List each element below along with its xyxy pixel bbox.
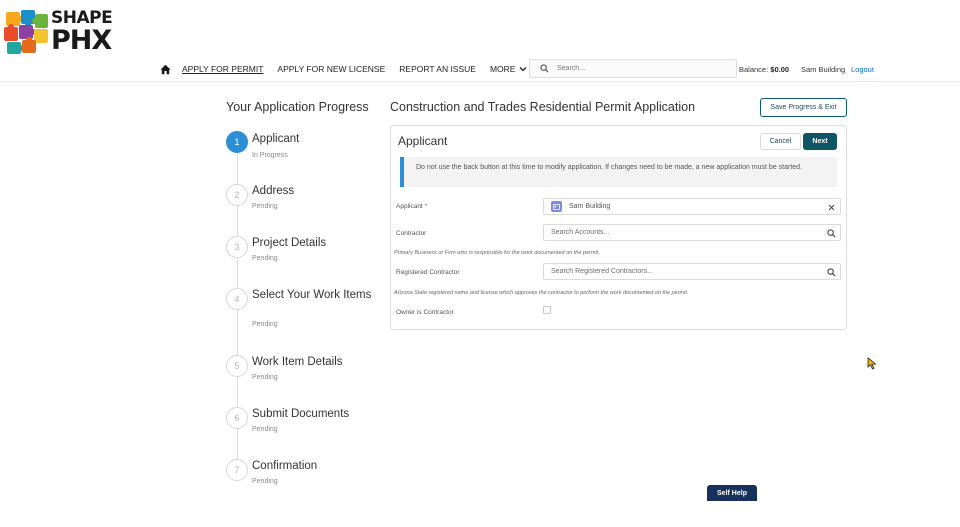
step-connector xyxy=(237,153,238,186)
nav-apply-for-new-license[interactable]: APPLY FOR NEW LICENSE xyxy=(277,64,385,74)
applicant-lookup-field[interactable]: Sam Building xyxy=(543,198,841,215)
step-title: Select Your Work Items xyxy=(252,289,372,301)
logo-text-line2: PHX xyxy=(51,25,112,56)
header-divider xyxy=(0,81,960,82)
search-icon[interactable] xyxy=(826,267,836,277)
contractor-placeholder: Search Accounts... xyxy=(551,229,610,236)
card-title: Applicant xyxy=(398,134,448,148)
step-connector xyxy=(237,205,238,238)
search-icon xyxy=(540,64,549,73)
step-number: 5 xyxy=(226,355,248,377)
logout-link[interactable]: Logout xyxy=(851,65,874,74)
step-number: 1 xyxy=(226,131,248,153)
step-status: Pending xyxy=(252,374,278,381)
nav-report-an-issue[interactable]: REPORT AN ISSUE xyxy=(399,64,476,74)
shape-phx-logo[interactable]: SHAPE PHX xyxy=(3,8,118,56)
applicant-label: Applicant * xyxy=(396,203,427,210)
registered-contractor-placeholder: Search Registered Contractors... xyxy=(551,268,653,275)
account-balance: Balance: $0.00 xyxy=(739,65,789,74)
step-connector xyxy=(237,376,238,409)
step-title: Confirmation xyxy=(252,460,318,472)
contractor-help-text: Primary Business or Firm who is responsi… xyxy=(394,250,600,256)
step-title: Address xyxy=(252,185,295,197)
search-input[interactable] xyxy=(557,65,717,72)
step-connector xyxy=(237,309,238,357)
progress-title: Your Application Progress xyxy=(226,100,369,114)
user-name[interactable]: Sam Building xyxy=(801,65,845,74)
self-help-button[interactable]: Self Help xyxy=(707,485,757,501)
step-status: Pending xyxy=(252,321,278,328)
info-notice: Do not use the back button at this time … xyxy=(400,157,837,187)
owner-is-contractor-checkbox[interactable] xyxy=(543,306,551,314)
chevron-down-icon xyxy=(519,67,527,72)
step-connector xyxy=(237,428,238,461)
step-title: Applicant xyxy=(252,133,300,145)
applicant-card: Applicant Cancel Next Do not use the bac… xyxy=(390,125,847,330)
cancel-button[interactable]: Cancel xyxy=(760,133,801,150)
step-title: Project Details xyxy=(252,237,327,249)
step-number: 4 xyxy=(226,288,248,310)
clear-selection-icon[interactable] xyxy=(826,202,836,212)
step-connector xyxy=(237,257,238,290)
contractor-lookup-field[interactable]: Search Accounts... xyxy=(543,224,841,241)
nav-more-label: MORE xyxy=(489,64,516,74)
step-status: Pending xyxy=(252,255,278,262)
application-title: Construction and Trades Residential Perm… xyxy=(390,100,696,114)
applicant-label-text: Applicant xyxy=(396,203,423,210)
step-number: 2 xyxy=(226,184,248,206)
step-status: In Progress xyxy=(252,152,288,159)
search-icon[interactable] xyxy=(826,228,836,238)
registered-contractor-help-text: Arizona State registered name and licens… xyxy=(394,290,689,296)
search-box[interactable] xyxy=(529,59,737,78)
mouse-cursor-icon xyxy=(867,357,877,370)
step-status: Pending xyxy=(252,478,278,485)
nav-more-menu[interactable]: MORE xyxy=(490,64,528,74)
step-status: Pending xyxy=(252,203,278,210)
contractor-label: Contractor xyxy=(396,230,427,237)
step-title: Submit Documents xyxy=(252,408,350,420)
registered-contractor-label: Registered Contractor xyxy=(396,269,460,276)
step-title: Work Item Details xyxy=(252,356,343,368)
registered-contractor-lookup-field[interactable]: Search Registered Contractors... xyxy=(543,263,841,280)
account-icon xyxy=(551,201,562,212)
step-number: 3 xyxy=(226,236,248,258)
main-nav: APPLY FOR PERMIT APPLY FOR NEW LICENSE R… xyxy=(160,62,541,76)
applicant-value: Sam Building xyxy=(569,203,611,210)
puzzle-logo-icon xyxy=(4,10,48,54)
balance-value: $0.00 xyxy=(770,65,790,74)
balance-label: Balance: xyxy=(739,65,769,74)
step-number: 6 xyxy=(226,407,248,429)
step-number: 7 xyxy=(226,459,248,481)
owner-is-contractor-label: Owner is Contractor xyxy=(396,309,454,316)
save-progress-exit-button[interactable]: Save Progress & Exit xyxy=(760,98,847,117)
nav-apply-for-permit[interactable]: APPLY FOR PERMIT xyxy=(182,64,263,74)
required-mark: * xyxy=(424,203,428,210)
step-status: Pending xyxy=(252,426,278,433)
home-icon[interactable] xyxy=(160,64,171,75)
next-button[interactable]: Next xyxy=(803,133,837,150)
